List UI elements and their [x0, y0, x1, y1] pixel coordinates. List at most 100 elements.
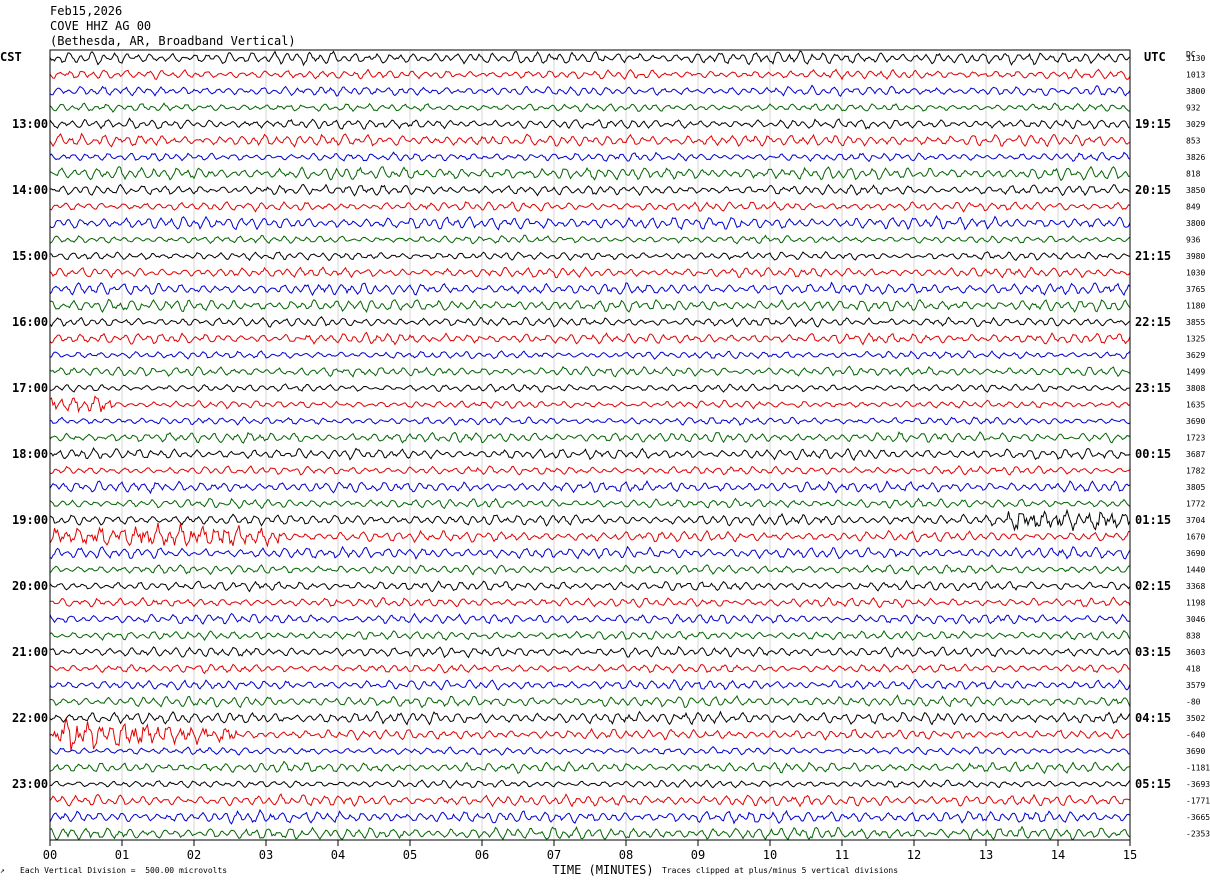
seismic-trace-line: [49, 508, 1131, 532]
left-time-label: 14:00: [12, 183, 48, 197]
right-time-label: 03:15: [1135, 645, 1171, 659]
x-tick-label: 03: [259, 848, 273, 862]
dc-offset-label: 849: [1186, 203, 1201, 212]
dc-offset-label: 3502: [1186, 714, 1205, 723]
dc-offset-label: -1771: [1186, 797, 1210, 806]
dc-offset-label: 1723: [1186, 434, 1205, 443]
seismic-trace-line: [49, 50, 1131, 67]
seismic-trace-line: [49, 825, 1131, 841]
seismic-trace-line: [49, 350, 1131, 360]
dc-offset-label: 932: [1186, 104, 1201, 113]
seismic-trace-line: [49, 746, 1131, 756]
x-tick-label: 13: [979, 848, 993, 862]
x-tick-label: 11: [835, 848, 849, 862]
x-tick-label: 09: [691, 848, 705, 862]
seismic-trace-line: [49, 183, 1131, 197]
dc-offset-label: 3765: [1186, 285, 1205, 294]
seismic-trace-line: [49, 645, 1131, 659]
seismic-trace-line: [49, 132, 1131, 148]
right-time-label: 04:15: [1135, 711, 1171, 725]
footer-icon: ↗: [0, 866, 5, 875]
seismic-trace-line: [49, 612, 1131, 625]
dc-offset-label: -3665: [1186, 813, 1210, 822]
dc-offset-label: -1181: [1186, 764, 1210, 773]
left-time-label: 20:00: [12, 579, 48, 593]
seismic-trace-line: [49, 298, 1131, 314]
dc-offset-label: 853: [1186, 137, 1201, 146]
dc-offset-label: 3603: [1186, 648, 1205, 657]
dc-offset-label: 3029: [1186, 120, 1205, 129]
x-tick-label: 01: [115, 848, 129, 862]
seismic-trace-line: [49, 84, 1131, 97]
seismic-trace-line: [49, 678, 1131, 691]
left-time-label: 15:00: [12, 249, 48, 263]
dc-offset-label: 3687: [1186, 450, 1205, 459]
x-tick-label: 10: [763, 848, 777, 862]
dc-offset-label: 3690: [1186, 417, 1205, 426]
dc-offset-label: 1772: [1186, 500, 1205, 509]
dc-offset-labels: 3130 1013 3800 932 3029 853 3826 818 3850 849 3800…: [1186, 54, 1210, 839]
seismic-trace-line: [49, 694, 1131, 709]
seismic-trace-line: [49, 416, 1131, 426]
seismic-trace-line: [49, 793, 1131, 808]
right-time-label: 00:15: [1135, 447, 1171, 461]
seismic-trace-line: [49, 331, 1131, 346]
seismic-trace-line: [49, 266, 1131, 279]
dc-offset-label: 3826: [1186, 153, 1205, 162]
right-time-label: 23:15: [1135, 381, 1171, 395]
dc-offset-label: 1325: [1186, 335, 1205, 344]
dc-offset-label: 3704: [1186, 516, 1205, 525]
right-time-label: 01:15: [1135, 513, 1171, 527]
dc-offset-label: 3629: [1186, 351, 1205, 360]
dc-offset-label: -80: [1186, 698, 1201, 707]
right-time-label: 21:15: [1135, 249, 1171, 263]
dc-offset-label: 3368: [1186, 582, 1205, 591]
dc-offset-label: 3805: [1186, 483, 1205, 492]
seismic-traces: [49, 50, 1131, 841]
dc-offset-label: 838: [1186, 632, 1201, 641]
seismic-trace-line: [49, 383, 1131, 393]
dc-offset-label: 3046: [1186, 615, 1205, 624]
x-axis-ticks: 00 01 02 03 04 05 06 07 08 09 10 11 12 13 14 15: [43, 840, 1137, 862]
seismic-trace-line: [49, 464, 1131, 476]
dc-offset-label: 3690: [1186, 747, 1205, 756]
dc-offset-label: 3800: [1186, 219, 1205, 228]
dc-offset-label: 3855: [1186, 318, 1205, 327]
plot-frame: [49, 49, 1131, 841]
clip-note: Traces clipped at plus/minus 5 vertical …: [662, 866, 899, 875]
x-tick-label: 05: [403, 848, 417, 862]
seismic-trace-line: [49, 522, 1131, 548]
dc-offset-label: -2353: [1186, 830, 1210, 839]
dc-offset-label: 1782: [1186, 467, 1205, 476]
seismic-trace-line: [49, 710, 1131, 726]
dc-offset-label: 1499: [1186, 368, 1205, 377]
left-time-label: 18:00: [12, 447, 48, 461]
seismic-trace-line: [49, 200, 1131, 213]
left-time-label: 19:00: [12, 513, 48, 527]
x-tick-label: 14: [1051, 848, 1065, 862]
dc-offset-label: 418: [1186, 665, 1201, 674]
x-tick-label: 04: [331, 848, 345, 862]
seismic-trace-line: [49, 431, 1131, 444]
seismic-trace-line: [49, 446, 1131, 462]
dc-offset-label: 3579: [1186, 681, 1205, 690]
dc-offset-label: 3850: [1186, 186, 1205, 195]
dc-offset-label: 936: [1186, 236, 1201, 245]
seismic-trace-line: [49, 165, 1131, 182]
left-time-label: 16:00: [12, 315, 48, 329]
seismic-trace-line: [49, 251, 1131, 262]
x-tick-label: 06: [475, 848, 489, 862]
seismic-trace-line: [49, 68, 1131, 81]
seismic-trace-line: [49, 316, 1131, 328]
seismic-trace-line: [49, 779, 1131, 789]
right-time-label: 05:15: [1135, 777, 1171, 791]
x-tick-label: 12: [907, 848, 921, 862]
dc-offset-label: 1635: [1186, 401, 1205, 410]
right-time-labels: 19:15 20:15 21:15 22:15 23:15 00:15 01:15 02:15…: [1135, 117, 1171, 791]
x-axis-title: TIME (MINUTES): [552, 863, 653, 877]
seismic-trace-line: [49, 579, 1131, 593]
right-time-label: 20:15: [1135, 183, 1171, 197]
seismic-trace-line: [49, 281, 1131, 297]
seismic-trace-line: [49, 808, 1131, 825]
right-time-label: 02:15: [1135, 579, 1171, 593]
